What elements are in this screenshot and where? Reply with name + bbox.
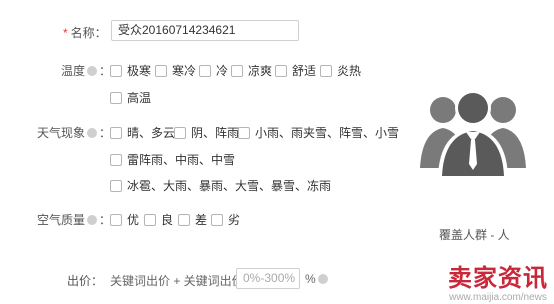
name-label-text: 名称： <box>70 26 107 40</box>
bid-label: 出价： <box>67 274 104 288</box>
help-icon[interactable] <box>317 274 328 284</box>
checkbox[interactable] <box>275 64 287 77</box>
weather-label-text: 天气现象 <box>37 126 86 140</box>
option-label: 晴、多云 <box>127 126 176 140</box>
bid-percent-input[interactable]: 0%-300% <box>236 268 300 289</box>
checkbox[interactable] <box>144 213 156 226</box>
option-label: 高温 <box>127 91 152 105</box>
option-label: 差 <box>195 213 208 227</box>
air-option-bad[interactable]: 劣 <box>211 211 240 228</box>
option-label: 优 <box>127 213 140 227</box>
checkbox[interactable] <box>199 64 211 77</box>
temperature-label: 温度： <box>61 62 111 79</box>
percent-sign: % <box>305 272 316 286</box>
checkbox[interactable] <box>110 153 122 166</box>
help-icon[interactable] <box>87 128 98 138</box>
option-label: 凉爽 <box>248 64 273 78</box>
weather-label: 天气现象： <box>37 124 111 141</box>
temp-option-mild[interactable]: 凉爽 <box>231 62 272 79</box>
option-label: 舒适 <box>292 64 317 78</box>
option-label: 阴、阵雨 <box>191 126 240 140</box>
checkbox[interactable] <box>110 64 122 77</box>
watermark: 卖家资讯 www.maijia.com/news <box>448 264 548 304</box>
weather-option-thunderstorm[interactable]: 雷阵雨、中雨、中雪 <box>110 151 235 168</box>
help-icon[interactable] <box>87 215 98 225</box>
option-label: 冰雹、大雨、暴雨、大雪、暴雪、冻雨 <box>127 179 332 193</box>
option-label: 冷 <box>216 64 229 78</box>
option-label: 寒冷 <box>172 64 197 78</box>
temperature-label-text: 温度 <box>61 64 86 78</box>
temp-option-hot[interactable]: 炎热 <box>320 62 361 79</box>
checkbox[interactable] <box>238 126 250 139</box>
checkbox[interactable] <box>320 64 332 77</box>
option-label: 炎热 <box>337 64 362 78</box>
watermark-title: 卖家资讯 <box>448 264 548 292</box>
air-quality-label-text: 空气质量 <box>37 213 86 227</box>
temp-option-comfortable[interactable]: 舒适 <box>275 62 316 79</box>
option-label: 雷阵雨、中雨、中雪 <box>127 153 236 167</box>
weather-option-overcast[interactable]: 阴、阵雨 <box>174 124 239 141</box>
weather-option-light-rain[interactable]: 小雨、雨夹雪、阵雪、小雪 <box>238 124 399 141</box>
help-icon[interactable] <box>87 66 98 76</box>
checkbox[interactable] <box>110 126 122 139</box>
bid-unit: % <box>305 272 328 286</box>
option-label: 劣 <box>228 213 241 227</box>
temp-option-high-heat[interactable]: 高温 <box>110 89 151 106</box>
bid-formula: 关键词出价 + 关键词出价 x <box>110 274 254 288</box>
checkbox[interactable] <box>155 64 167 77</box>
required-mark: * <box>63 26 68 40</box>
air-quality-label: 空气质量： <box>37 211 111 228</box>
temp-option-extreme-cold[interactable]: 极寒 <box>110 62 151 79</box>
checkbox[interactable] <box>110 213 122 226</box>
air-option-poor[interactable]: 差 <box>178 211 207 228</box>
option-label: 良 <box>161 213 174 227</box>
checkbox[interactable] <box>110 91 122 104</box>
checkbox[interactable] <box>211 213 223 226</box>
audience-caption: 覆盖人群 - 人 <box>439 228 510 242</box>
checkbox[interactable] <box>110 179 122 192</box>
temp-option-cool[interactable]: 冷 <box>199 62 228 79</box>
checkbox[interactable] <box>231 64 243 77</box>
temp-option-cold[interactable]: 寒冷 <box>155 62 196 79</box>
weather-option-sunny[interactable]: 晴、多云 <box>110 124 175 141</box>
name-input[interactable]: 受众20160714234621 <box>111 20 299 41</box>
option-label: 小雨、雨夹雪、阵雪、小雪 <box>255 126 400 140</box>
name-label: * 名称： <box>63 24 107 41</box>
watermark-url: www.maijia.com/news <box>449 292 547 303</box>
air-option-excellent[interactable]: 优 <box>110 211 139 228</box>
people-group-icon <box>418 80 528 180</box>
checkbox[interactable] <box>174 126 186 139</box>
weather-option-hail[interactable]: 冰雹、大雨、暴雨、大雪、暴雪、冻雨 <box>110 177 331 194</box>
checkbox[interactable] <box>178 213 190 226</box>
option-label: 极寒 <box>127 64 152 78</box>
air-option-good[interactable]: 良 <box>144 211 173 228</box>
